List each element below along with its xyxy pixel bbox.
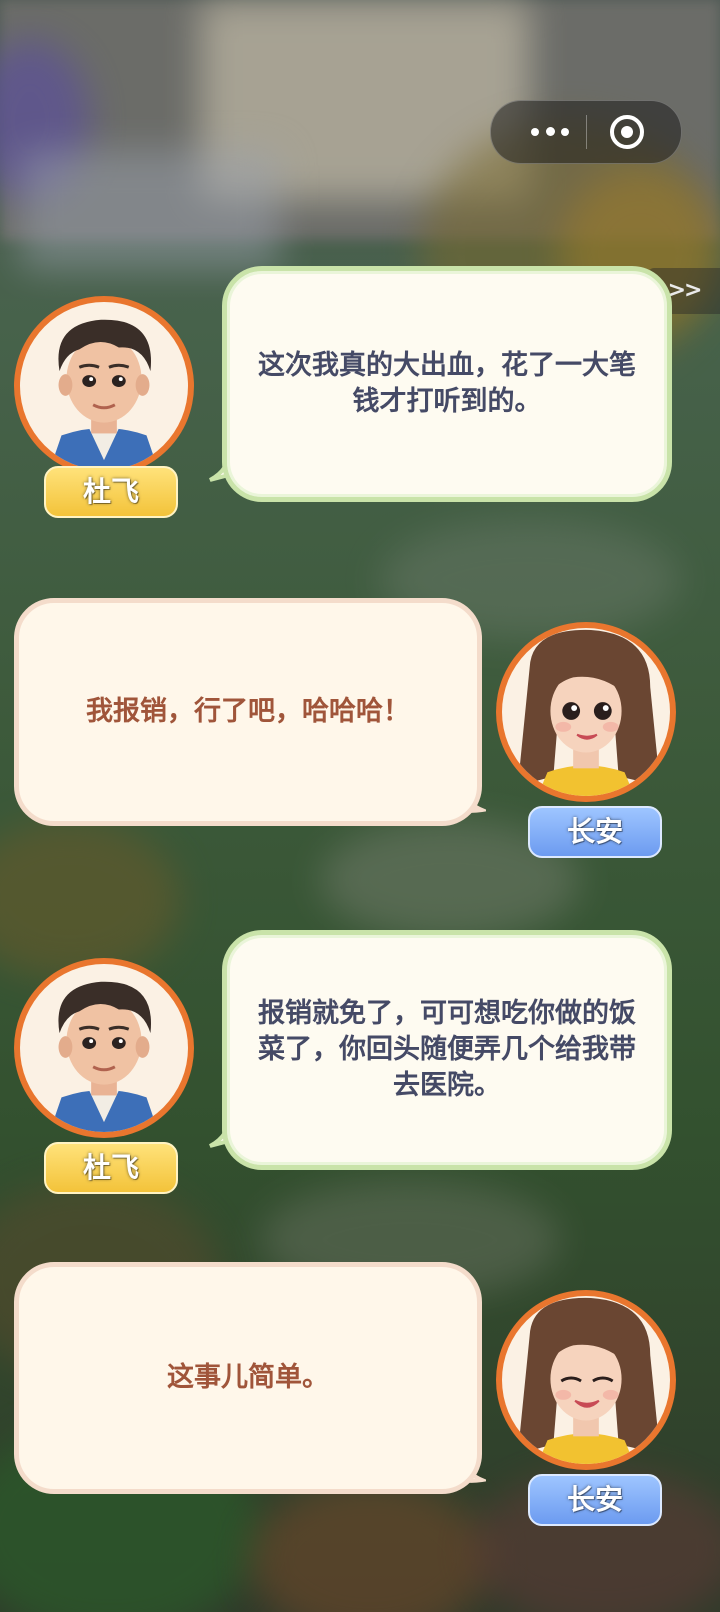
speaker-tag-dufei: 杜飞	[44, 466, 178, 518]
boy-portrait-icon	[20, 964, 188, 1132]
girl-portrait-icon	[502, 1296, 670, 1464]
dialogue-bubble: 报销就免了，可可想吃你做的饭 菜了，你回头随便弄几个给我带 去医院。	[222, 930, 672, 1170]
dialogue-bubble: 这次我真的大出血，花了一大笔 钱才打听到的。	[222, 266, 672, 502]
dialogue-line: 去医院。	[393, 1070, 501, 1101]
dialogue-line: 这事儿简单。	[167, 1362, 329, 1393]
speaker-tag-dufei: 杜飞	[44, 1142, 178, 1194]
speaker-tag-changan: 长安	[528, 1474, 662, 1526]
more-dots-icon[interactable]	[525, 123, 575, 141]
avatar-changan	[496, 622, 676, 802]
dialogue-bubble: 我报销，行了吧，哈哈哈！	[14, 598, 482, 826]
menu-capsule	[490, 100, 682, 164]
girl-portrait-icon	[502, 628, 670, 796]
speaker-tag-changan: 长安	[528, 806, 662, 858]
dialogue-line: 我报销，行了吧，哈哈哈！	[86, 696, 410, 727]
avatar-dufei	[14, 958, 194, 1138]
dialogue-line: 钱才打听到的。	[352, 386, 542, 417]
dialogue-line: 这次我真的大出血，花了一大笔	[258, 350, 636, 381]
target-close-icon[interactable]	[609, 114, 645, 150]
dialogue-line: 报销就免了，可可想吃你做的饭	[258, 998, 636, 1029]
avatar-dufei	[14, 296, 194, 476]
dialogue-line: 菜了，你回头随便弄几个给我带	[258, 1034, 636, 1065]
avatar-changan	[496, 1290, 676, 1470]
dialogue-bubble: 这事儿简单。	[14, 1262, 482, 1494]
capsule-divider	[586, 115, 587, 149]
boy-portrait-icon	[20, 302, 188, 470]
